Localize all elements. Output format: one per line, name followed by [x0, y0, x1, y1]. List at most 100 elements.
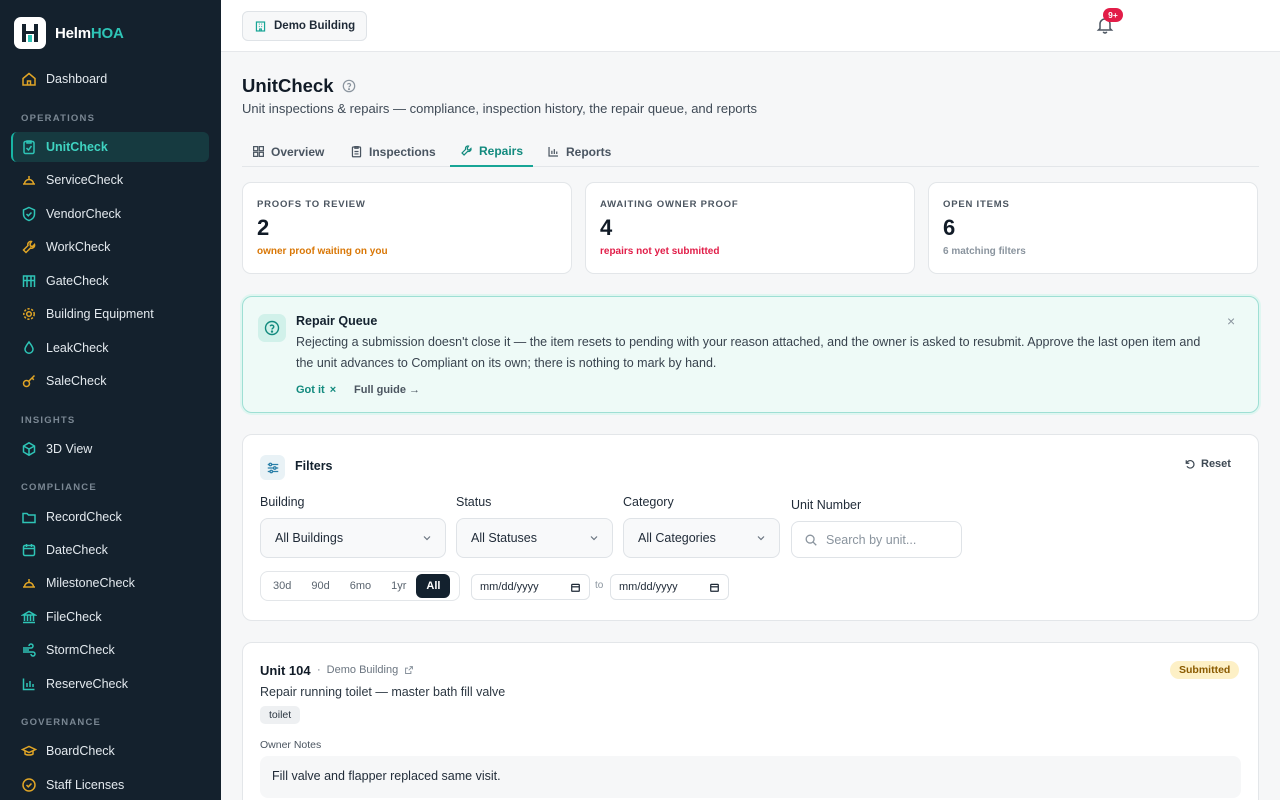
repair-card[interactable]: Unit 104 · Demo Building Submitted Repai… — [242, 642, 1259, 800]
brand[interactable]: HelmHOA — [14, 17, 124, 49]
sidebar-item-leakcheck[interactable]: LeakCheck — [11, 333, 209, 363]
tab-overview[interactable]: Overview — [242, 136, 334, 167]
sidebar-item-milestonecheck[interactable]: MilestoneCheck — [11, 568, 209, 598]
helmhoa-logo-icon — [14, 17, 46, 49]
reset-label: Reset — [1201, 458, 1231, 470]
hard-hat-icon — [23, 176, 35, 185]
sidebar-item-datecheck[interactable]: DateCheck — [11, 535, 209, 565]
sidebar-item-label: BoardCheck — [46, 744, 115, 758]
status-badge: Submitted — [1170, 661, 1240, 679]
bar-chart-icon — [548, 147, 558, 157]
sidebar-item-label: MilestoneCheck — [46, 576, 135, 590]
sidebar-item-building-equipment[interactable]: Building Equipment — [11, 299, 209, 329]
unit-search-input[interactable]: Search by unit... — [791, 521, 962, 558]
bank-icon — [21, 610, 37, 624]
sidebar-item-label: DateCheck — [46, 543, 108, 557]
close-callout-button[interactable]: × — [1227, 313, 1235, 329]
repair-building[interactable]: · Demo Building — [317, 664, 414, 676]
help-circle-icon — [258, 314, 286, 342]
range-30d[interactable]: 30d — [263, 574, 301, 598]
sidebar-item-stormcheck[interactable]: StormCheck — [11, 635, 209, 665]
hard-hat-icon — [23, 579, 35, 588]
building-selector-label: Demo Building — [274, 20, 356, 32]
sidebar-item-dashboard[interactable]: Dashboard — [11, 64, 209, 94]
brand-name: HelmHOA — [55, 25, 124, 42]
sidebar-item-filecheck[interactable]: FileCheck — [11, 602, 209, 632]
tab-reports[interactable]: Reports — [537, 136, 621, 167]
sidebar-item-label: ServiceCheck — [46, 173, 124, 187]
building-select-value: All Buildings — [275, 531, 344, 545]
help-circle-icon[interactable] — [342, 79, 356, 93]
sidebar-section-governance: GOVERNANCE — [21, 717, 102, 728]
stat-value: 6 — [943, 215, 956, 240]
sidebar-item-recordcheck[interactable]: RecordCheck — [11, 502, 209, 532]
badge-check-icon — [22, 778, 36, 792]
sidebar-item-salecheck[interactable]: SaleCheck — [11, 366, 209, 396]
sidebar-item-label: Building Equipment — [46, 307, 154, 321]
range-all[interactable]: All — [416, 574, 451, 598]
reset-filters-button[interactable]: Reset — [1184, 458, 1231, 470]
sidebar-item-gatecheck[interactable]: GateCheck — [11, 266, 209, 296]
owner-notes-text: Fill valve and flapper replaced same vis… — [260, 756, 1241, 798]
sidebar-item-workcheck[interactable]: WorkCheck — [11, 232, 209, 262]
home-icon — [22, 72, 36, 86]
tab-inspections[interactable]: Inspections — [340, 136, 446, 167]
repair-queue-callout: Repair Queue Rejecting a submission does… — [242, 296, 1259, 413]
building-selector-button[interactable]: Demo Building — [242, 11, 368, 41]
full-guide-link[interactable]: Full guide → — [354, 384, 420, 396]
tab-label: Overview — [271, 144, 325, 159]
sidebar-section-insights: INSIGHTS — [21, 415, 76, 426]
page-subtitle: Unit inspections & repairs — compliance,… — [242, 101, 757, 116]
stat-value: 4 — [600, 215, 613, 240]
repair-description: Repair running toilet — master bath fill… — [260, 685, 506, 699]
building-icon — [255, 20, 266, 32]
sidebar-item-label: ReserveCheck — [46, 677, 128, 691]
sidebar-item-vendorcheck[interactable]: VendorCheck — [11, 199, 209, 229]
brand-name-main: Helm — [55, 24, 91, 42]
brand-name-accent: HOA — [90, 24, 124, 42]
separator-dot: · — [317, 664, 321, 676]
tab-repairs[interactable]: Repairs — [450, 136, 534, 167]
calendar-icon — [22, 544, 36, 557]
chevron-down-icon — [757, 536, 765, 541]
got-it-button[interactable]: Got it × — [296, 384, 336, 396]
sidebar-item-boardcheck[interactable]: BoardCheck — [11, 736, 209, 766]
range-1yr[interactable]: 1yr — [381, 574, 416, 598]
wrench-icon — [22, 240, 36, 254]
building-select[interactable]: All Buildings — [260, 518, 446, 558]
sidebar-item-unitcheck[interactable]: UnitCheck — [11, 132, 209, 162]
cube-icon — [22, 441, 36, 457]
category-tag: toilet — [260, 706, 301, 724]
got-it-label: Got it — [296, 384, 325, 396]
stat-note: repairs not yet submitted — [600, 246, 720, 257]
graduation-cap-icon — [21, 745, 37, 756]
stat-label: PROOFS TO REVIEW — [257, 199, 366, 210]
stat-card-proofs-to-review: PROOFS TO REVIEW 2 owner proof waiting o… — [242, 182, 572, 274]
folder-icon — [22, 512, 36, 524]
sidebar-item-label: RecordCheck — [46, 510, 122, 524]
topbar: Demo Building 9+ — [221, 0, 1280, 52]
range-90d[interactable]: 90d — [301, 574, 339, 598]
unit-search-placeholder: Search by unit... — [826, 532, 917, 547]
tab-bar: Overview Inspections Repairs Reports — [242, 136, 1259, 167]
date-to-value: mm/dd/yyyy — [619, 581, 678, 593]
stat-note: 6 matching filters — [943, 246, 1026, 257]
status-select-value: All Statuses — [471, 531, 538, 545]
close-icon: × — [329, 384, 337, 396]
rotate-ccw-icon — [1185, 459, 1195, 469]
date-to-separator: to — [595, 580, 604, 591]
sidebar-item-label: FileCheck — [46, 610, 102, 624]
status-filter-label: Status — [456, 495, 492, 509]
sidebar-item-reservecheck[interactable]: ReserveCheck — [11, 669, 209, 699]
sidebar-item-label: Staff Licenses — [46, 778, 125, 792]
status-select[interactable]: All Statuses — [456, 518, 613, 558]
date-to-input[interactable]: mm/dd/yyyy — [610, 574, 729, 600]
sidebar-item-staff-licenses[interactable]: Staff Licenses — [11, 770, 209, 800]
date-from-input[interactable]: mm/dd/yyyy — [471, 574, 590, 600]
category-select[interactable]: All Categories — [623, 518, 780, 558]
sidebar-item-servicecheck[interactable]: ServiceCheck — [11, 165, 209, 195]
range-6mo[interactable]: 6mo — [340, 574, 381, 598]
wrench-icon — [461, 145, 472, 156]
sidebar-item-3d-view[interactable]: 3D View — [11, 434, 209, 464]
clipboard-check-icon — [23, 140, 35, 155]
